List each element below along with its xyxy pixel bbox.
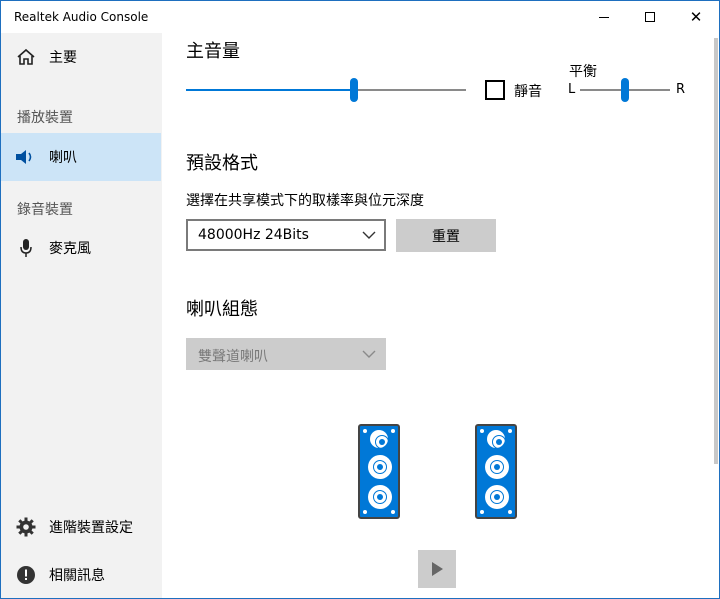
default-format-title: 預設格式 <box>186 153 258 174</box>
sidebar: 主要 播放裝置 喇叭 錄音裝置 麥克風 進階裝置設定 相關訊息 <box>1 33 162 598</box>
woofer <box>368 455 392 479</box>
volume-slider-fill <box>186 89 354 91</box>
sidebar-item-advanced[interactable]: 進階裝置設定 <box>1 503 161 551</box>
minimize-button[interactable] <box>581 1 627 33</box>
playback-section-header: 播放裝置 <box>17 110 73 126</box>
title-bar: Realtek Audio Console ✕ <box>1 1 719 33</box>
speaker-screw <box>391 510 395 514</box>
app-window: Realtek Audio Console ✕ 主要 播放裝置 喇叭 錄音裝置 … <box>0 0 720 599</box>
tweeter <box>370 430 389 449</box>
sidebar-item-speaker[interactable]: 喇叭 <box>1 133 161 181</box>
sample-rate-select[interactable]: 48000Hz 24Bits <box>186 219 386 251</box>
speaker-screw <box>508 510 512 514</box>
home-icon <box>15 46 37 68</box>
reset-button[interactable]: 重置 <box>396 219 496 252</box>
speaker-config-select[interactable]: 雙聲道喇叭 <box>186 338 386 370</box>
right-speaker[interactable] <box>475 424 517 519</box>
woofer <box>485 485 509 509</box>
speaker-config-title: 喇叭組態 <box>186 299 258 320</box>
gear-icon <box>15 516 37 538</box>
balance-left-label: L <box>568 82 576 97</box>
sidebar-item-home[interactable]: 主要 <box>1 33 161 81</box>
recording-section-header: 錄音裝置 <box>17 202 73 218</box>
sidebar-item-label: 主要 <box>49 50 77 66</box>
scrollbar[interactable] <box>714 38 718 464</box>
reset-button-label: 重置 <box>432 228 460 245</box>
play-test-button[interactable] <box>418 550 456 588</box>
chevron-down-icon <box>362 350 376 358</box>
mute-checkbox[interactable] <box>485 80 505 100</box>
volume-slider[interactable] <box>186 75 466 105</box>
speaker-screw <box>363 429 367 433</box>
maximize-button[interactable] <box>627 1 673 33</box>
sidebar-item-info[interactable]: 相關訊息 <box>1 551 161 598</box>
close-button[interactable]: ✕ <box>673 1 719 33</box>
volume-title: 主音量 <box>186 41 240 62</box>
mute-label: 靜音 <box>514 84 542 100</box>
close-icon: ✕ <box>689 7 703 26</box>
balance-slider[interactable] <box>580 76 670 104</box>
sidebar-item-label: 麥克風 <box>49 241 91 257</box>
tweeter <box>487 430 506 449</box>
info-icon <box>15 564 37 586</box>
speaker-screw <box>480 429 484 433</box>
left-speaker[interactable] <box>358 424 400 519</box>
speaker-config-value: 雙聲道喇叭 <box>198 349 268 365</box>
main-content: 主音量 靜音 平衡 L R 預設格式 選擇在共享模式下的取樣率與位元深度 480… <box>162 33 716 598</box>
sidebar-item-label: 相關訊息 <box>49 568 105 584</box>
speaker-screw <box>480 510 484 514</box>
woofer <box>485 455 509 479</box>
balance-right-label: R <box>676 82 686 97</box>
speaker-screw <box>508 429 512 433</box>
play-icon <box>432 562 443 576</box>
maximize-icon <box>645 12 655 22</box>
woofer <box>368 485 392 509</box>
sidebar-item-label: 進階裝置設定 <box>49 520 133 536</box>
speaker-screw <box>391 429 395 433</box>
sidebar-item-microphone[interactable]: 麥克風 <box>1 224 161 272</box>
balance-slider-thumb[interactable] <box>621 78 629 102</box>
microphone-icon <box>15 237 37 259</box>
speaker-screw <box>363 510 367 514</box>
chevron-down-icon <box>362 231 376 239</box>
window-title: Realtek Audio Console <box>14 10 149 24</box>
volume-slider-thumb[interactable] <box>350 78 358 102</box>
minimize-icon <box>599 16 609 18</box>
default-format-description: 選擇在共享模式下的取樣率與位元深度 <box>186 193 424 209</box>
speaker-icon <box>15 146 37 168</box>
sidebar-item-label: 喇叭 <box>49 150 77 166</box>
sample-rate-value: 48000Hz 24Bits <box>198 227 309 243</box>
